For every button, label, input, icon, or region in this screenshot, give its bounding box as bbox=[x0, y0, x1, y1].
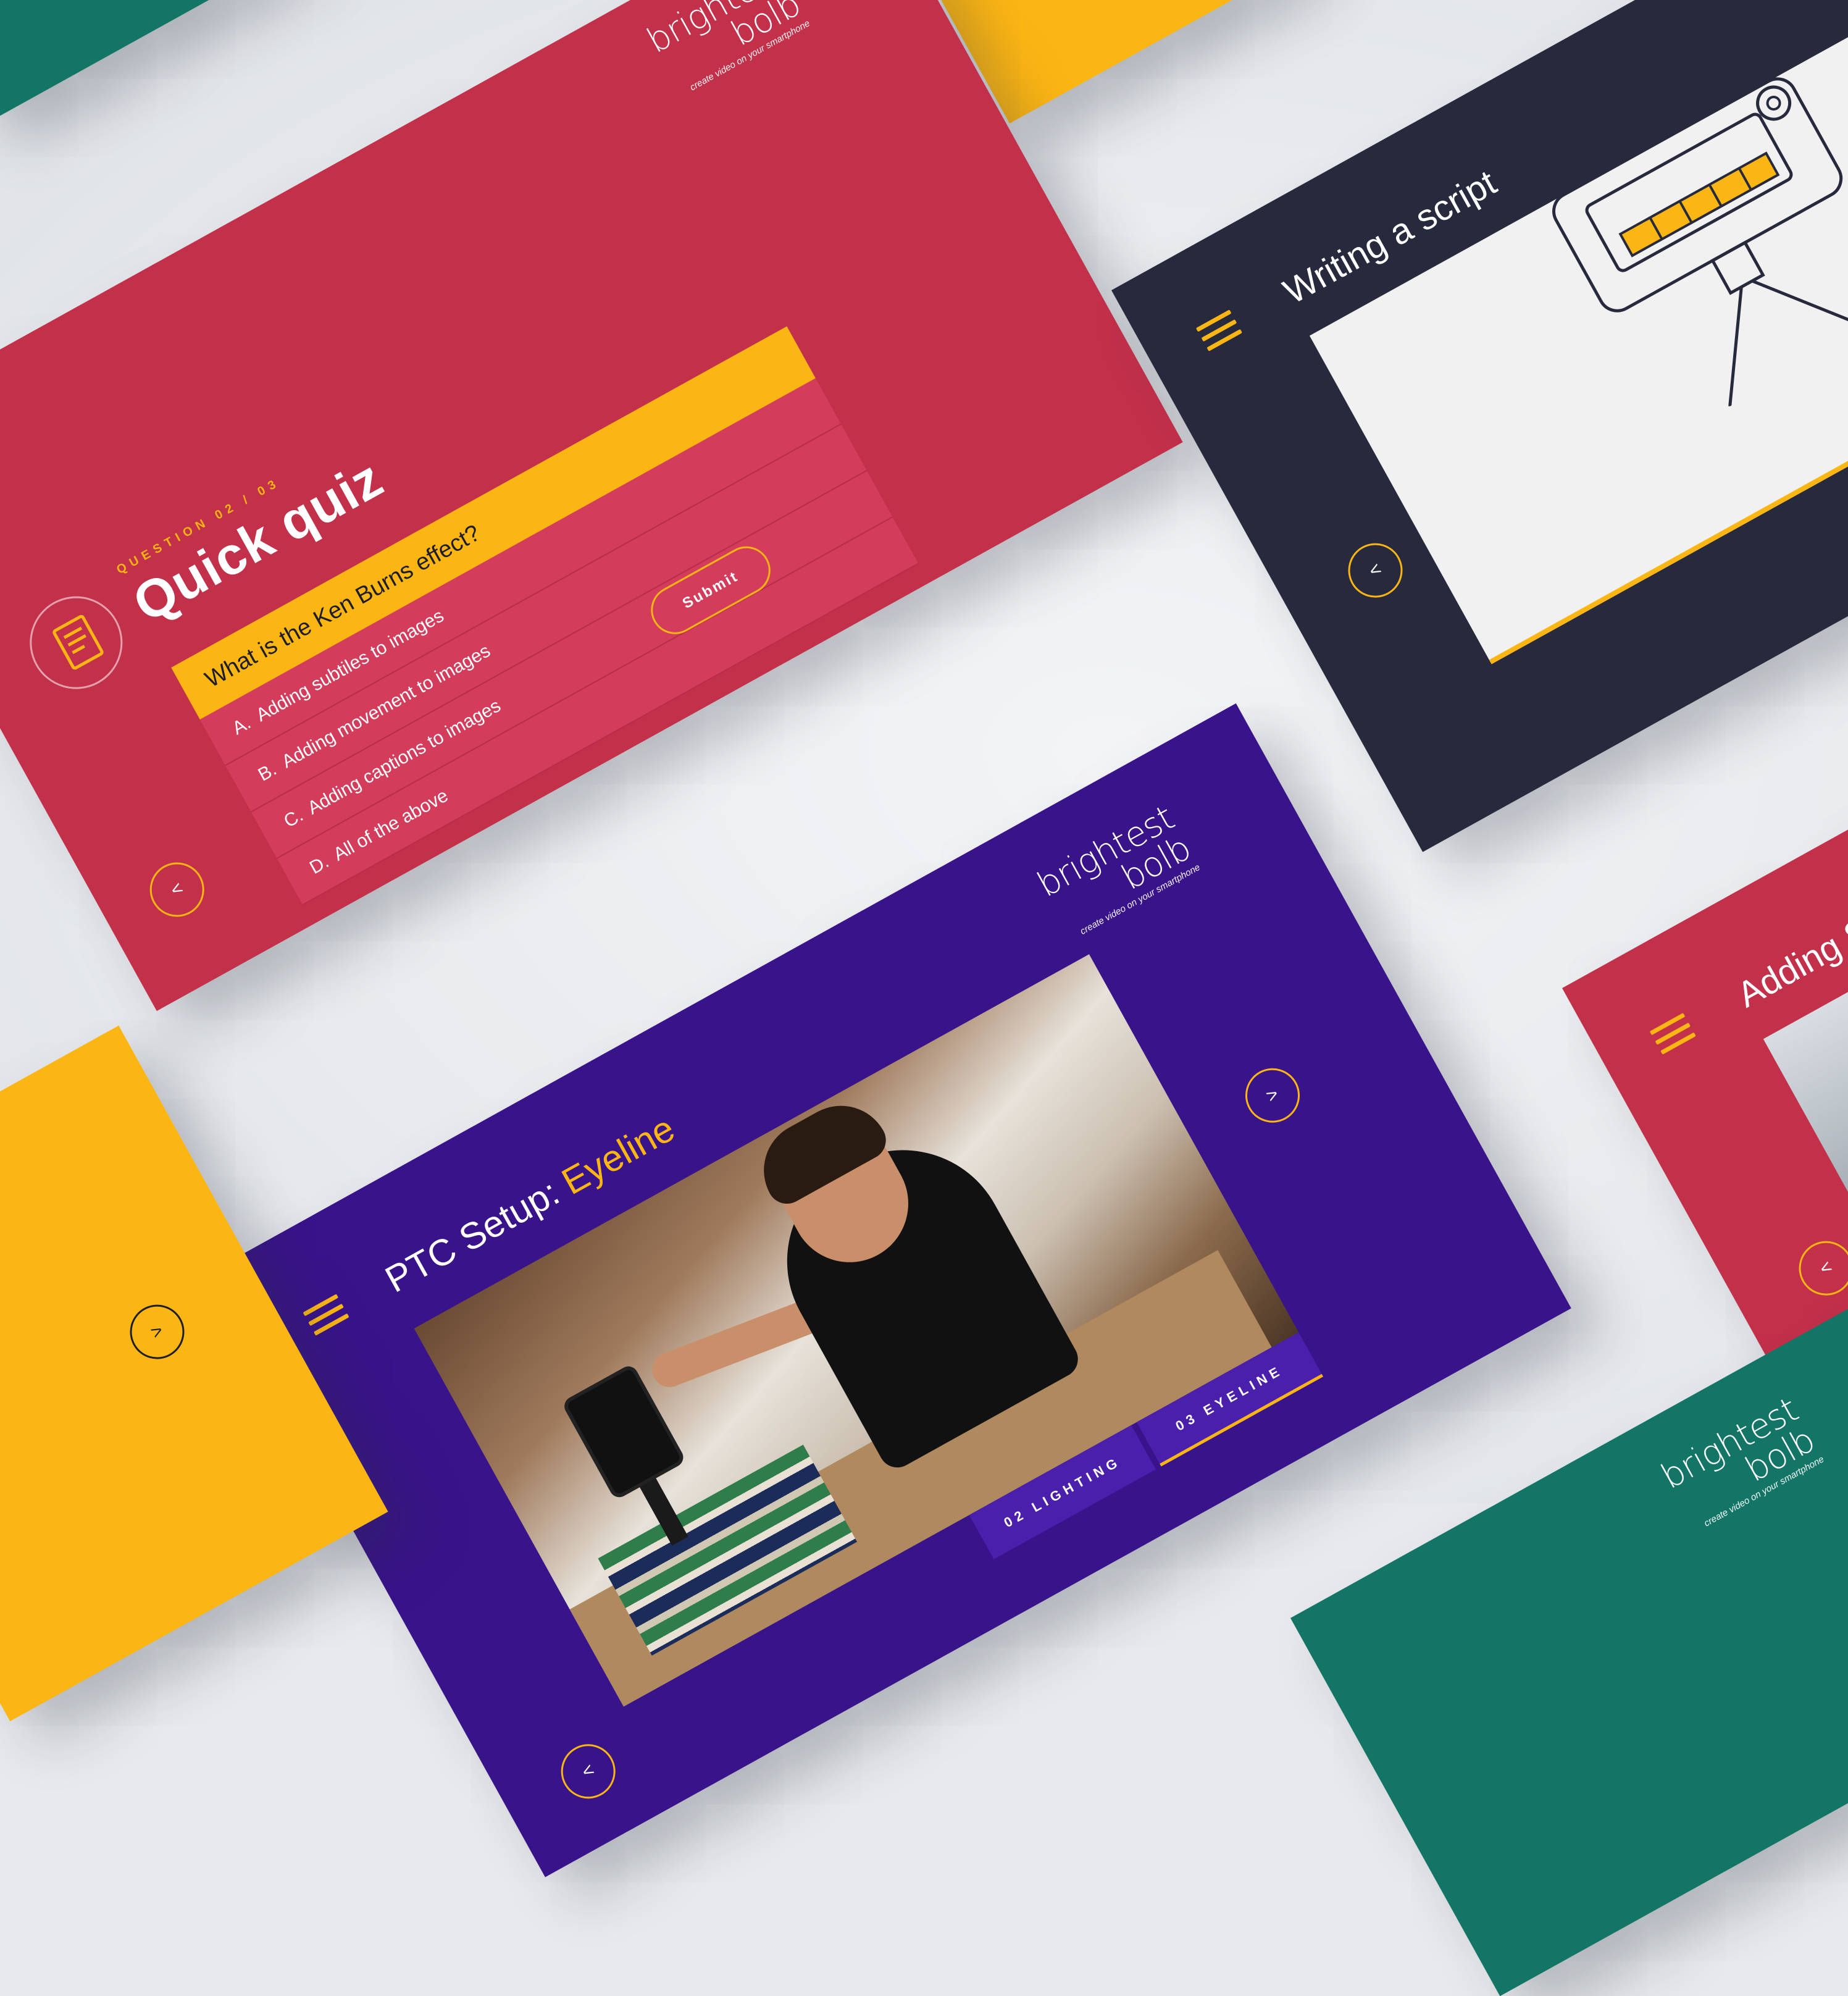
phone-tripod-illustration bbox=[1552, 77, 1848, 407]
brand-logo: brightest bolb create video on your smar… bbox=[1592, 1390, 1826, 1571]
menu-icon[interactable] bbox=[1649, 1013, 1697, 1057]
next-button[interactable]: > bbox=[120, 1294, 194, 1369]
prev-button[interactable]: < bbox=[140, 852, 214, 927]
prev-button[interactable]: < bbox=[551, 1734, 625, 1809]
menu-icon[interactable] bbox=[303, 1294, 350, 1338]
quiz-question-panel: What is the Ken Burns effect? A. Adding … bbox=[171, 326, 919, 905]
brand-logo: brightest bolb create video on your smar… bbox=[578, 0, 811, 135]
lesson-photo bbox=[414, 954, 1299, 1707]
page-title: Adding Su bbox=[1730, 900, 1848, 1015]
partial-green-slide bbox=[0, 0, 431, 123]
title-accent: Eyeline bbox=[554, 1107, 682, 1203]
brand-logo: brightest bolb create video on your smar… bbox=[968, 798, 1202, 979]
document-icon bbox=[51, 613, 105, 671]
quiz-document-icon bbox=[13, 579, 140, 706]
prev-button[interactable]: < bbox=[1338, 533, 1413, 608]
prev-button[interactable]: < bbox=[1789, 1231, 1848, 1306]
mockup-background: brightest bolb create video on your smar… bbox=[0, 0, 1848, 1996]
brand-logo-word: brightest bolb bbox=[640, 0, 808, 62]
menu-icon[interactable] bbox=[1195, 309, 1244, 354]
next-button[interactable]: > bbox=[1235, 1058, 1310, 1133]
